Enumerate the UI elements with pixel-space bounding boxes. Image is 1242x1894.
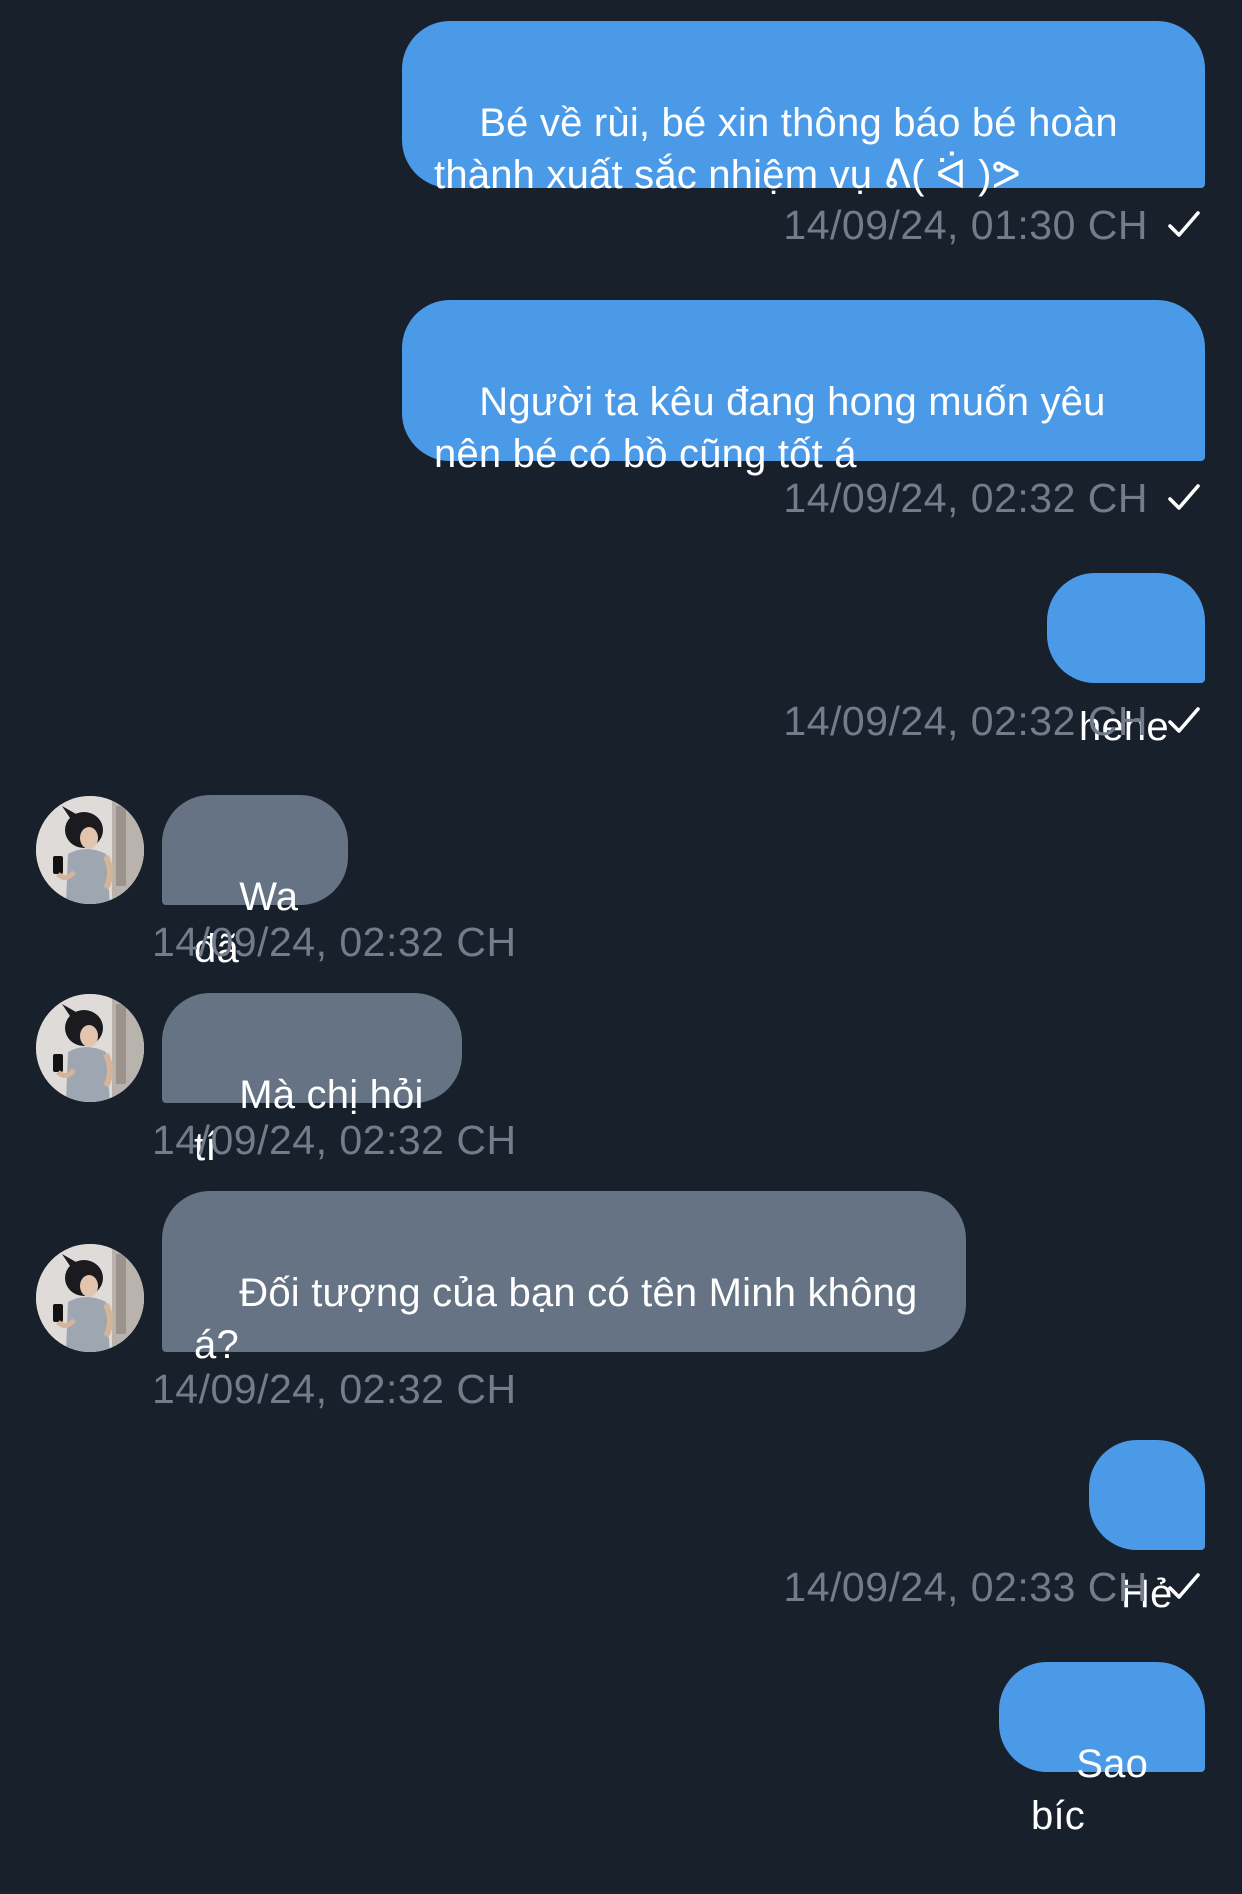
message-bubble-outgoing[interactable]: Sao bíc [999, 1662, 1205, 1838]
avatar[interactable] [36, 796, 144, 904]
message-timestamp: 14/09/24, 02:32 CH [783, 474, 1204, 522]
check-icon [1168, 484, 1200, 510]
timestamp-text: 14/09/24, 02:32 CH [783, 475, 1148, 521]
message-timestamp: 14/09/24, 02:32 CH [783, 697, 1204, 745]
message-text: Sao bíc [1031, 1742, 1160, 1838]
timestamp-text: 14/09/24, 02:32 CH [152, 1117, 517, 1163]
message-bubble-incoming[interactable]: Đối tượng của bạn có tên Minh không á? [162, 1191, 966, 1367]
check-icon [1168, 1573, 1200, 1599]
timestamp-text: 14/09/24, 02:32 CH [152, 919, 517, 965]
avatar-image [36, 994, 144, 1102]
timestamp-text: 14/09/24, 02:32 CH [152, 1366, 517, 1412]
message-timestamp: 14/09/24, 02:33 CH [783, 1563, 1204, 1611]
avatar-image [36, 796, 144, 904]
message-timestamp: 14/09/24, 01:30 CH [783, 201, 1204, 249]
message-text: Người ta kêu đang hong muốn yêu nên bé c… [434, 380, 1117, 476]
message-list[interactable]: Bé về rùi, bé xin thông báo bé hoàn thàn… [0, 0, 1242, 1838]
message-bubble-outgoing[interactable]: Hẻ [1089, 1440, 1205, 1616]
timestamp-text: 14/09/24, 02:33 CH [783, 1564, 1148, 1610]
message-bubble-outgoing[interactable]: Người ta kêu đang hong muốn yêu nên bé c… [402, 300, 1205, 476]
message-bubble-outgoing[interactable]: Bé về rùi, bé xin thông báo bé hoàn thàn… [402, 21, 1205, 197]
message-bubble-incoming[interactable]: Mà chị hỏi tí [162, 993, 462, 1169]
message-timestamp: 14/09/24, 02:32 CH [152, 918, 517, 966]
avatar-image [36, 1244, 144, 1352]
message-bubble-incoming[interactable]: Wa đã [162, 795, 348, 971]
timestamp-text: 14/09/24, 02:32 CH [783, 698, 1148, 744]
check-icon [1168, 211, 1200, 237]
message-bubble-outgoing[interactable]: hehe [1047, 573, 1205, 749]
timestamp-text: 14/09/24, 01:30 CH [783, 202, 1148, 248]
message-timestamp: 14/09/24, 02:32 CH [152, 1116, 517, 1164]
avatar[interactable] [36, 1244, 144, 1352]
message-text: Đối tượng của bạn có tên Minh không á? [194, 1271, 929, 1367]
avatar[interactable] [36, 994, 144, 1102]
message-timestamp: 14/09/24, 02:32 CH [152, 1365, 517, 1413]
check-icon [1168, 707, 1200, 733]
message-text: Bé về rùi, bé xin thông báo bé hoàn thàn… [434, 101, 1130, 197]
